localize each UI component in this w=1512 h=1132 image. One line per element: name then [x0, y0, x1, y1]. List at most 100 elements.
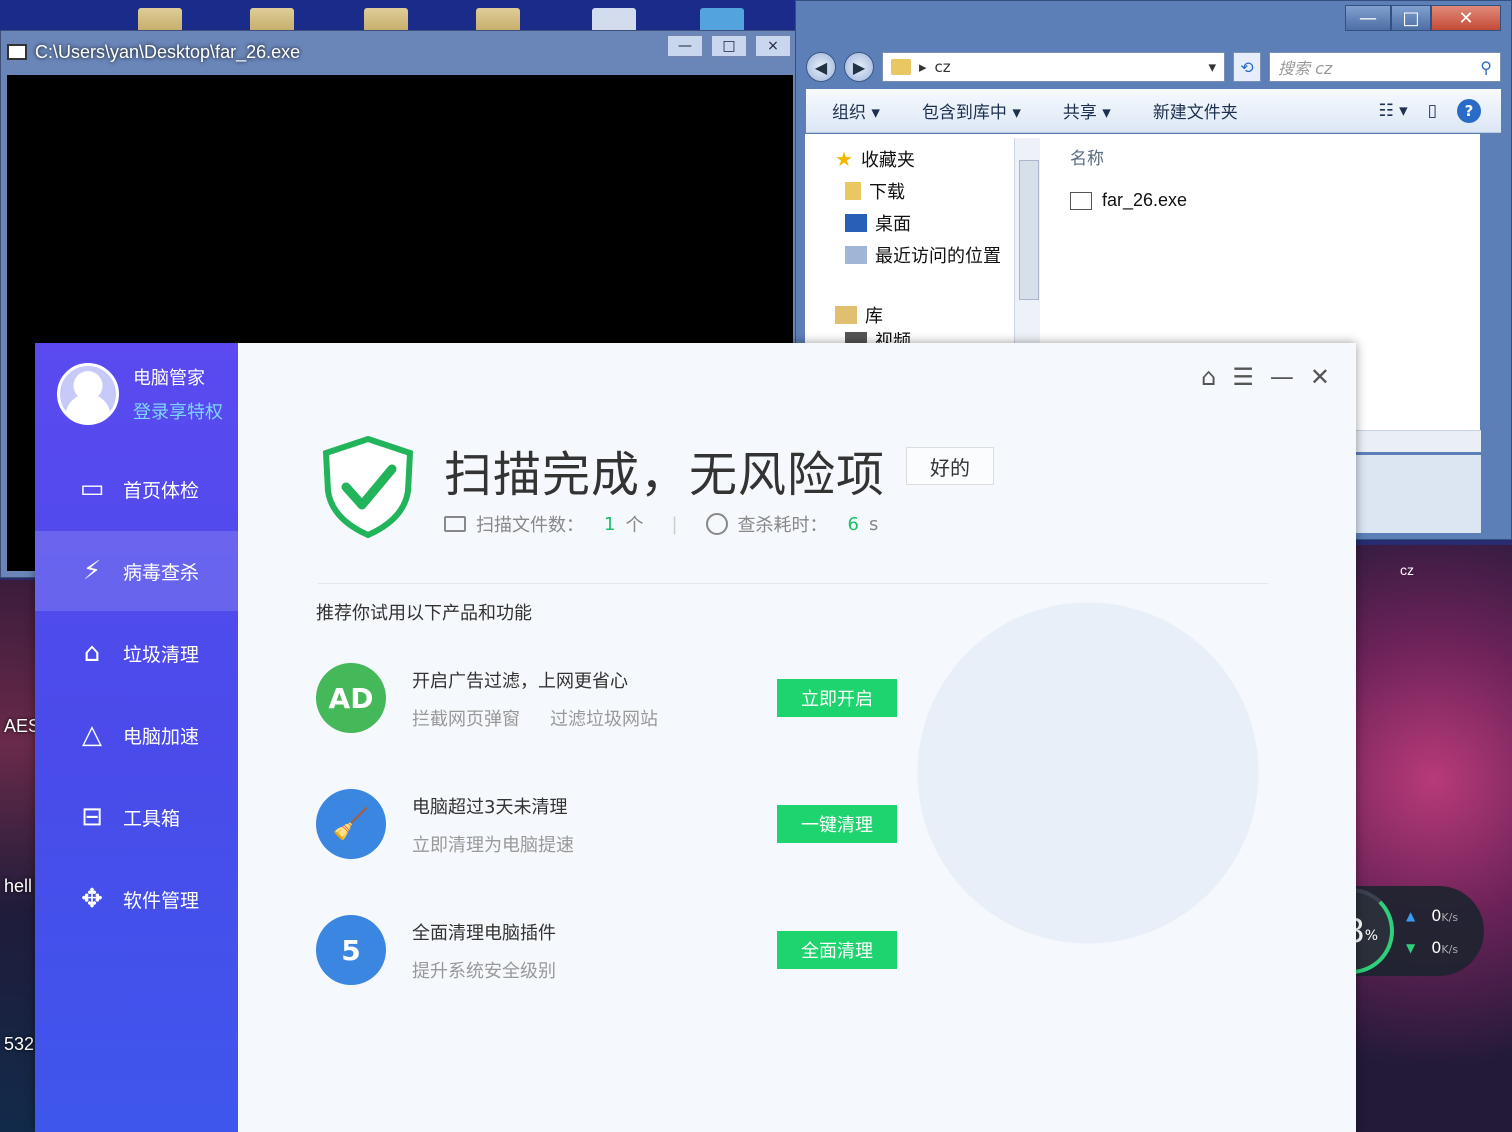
- console-minimize-button[interactable]: —: [667, 35, 703, 57]
- desktop-label[interactable]: 532: [4, 1034, 34, 1055]
- sidebar-item-virus-scan[interactable]: ⚡ 病毒查杀: [35, 531, 238, 611]
- scanned-label: 扫描文件数：: [476, 515, 584, 536]
- explorer-minimize-button[interactable]: —: [1345, 5, 1391, 31]
- menu-icon[interactable]: ☰: [1232, 363, 1254, 391]
- new-folder-button[interactable]: 新建文件夹: [1153, 98, 1238, 123]
- rocket-icon: △: [82, 720, 102, 750]
- puzzle-icon: 5: [316, 915, 386, 985]
- desktop-label[interactable]: hell: [4, 876, 32, 897]
- upload-arrow-icon: ▲: [1406, 908, 1416, 923]
- explorer-close-button[interactable]: ✕: [1431, 5, 1501, 31]
- download-arrow-icon: ▼: [1406, 940, 1416, 955]
- download-rate: ▼ 0K/s: [1406, 938, 1458, 957]
- pc-manager-window[interactable]: 电脑管家 登录享特权 ▭ 首页体检 ⚡ 病毒查杀 ⌂ 垃圾清理 △ 电脑加速 ⊟…: [35, 343, 1356, 1132]
- scrollbar-thumb[interactable]: [1019, 160, 1039, 300]
- nav-recent[interactable]: 最近访问的位置: [845, 242, 1001, 268]
- sidebar-item-speedup[interactable]: △ 电脑加速: [35, 695, 238, 775]
- sidebar: 电脑管家 登录享特权 ▭ 首页体检 ⚡ 病毒查杀 ⌂ 垃圾清理 △ 电脑加速 ⊟…: [35, 343, 238, 1132]
- upload-rate: ▲ 0K/s: [1406, 906, 1458, 925]
- rate-unit: K/s: [1441, 943, 1459, 956]
- close-icon[interactable]: ✕: [1310, 363, 1330, 391]
- avatar[interactable]: [57, 363, 119, 425]
- breadcrumb-arrow-icon: ▸: [919, 58, 927, 76]
- sidebar-item-label: 首页体检: [123, 479, 200, 502]
- chevron-down-icon[interactable]: ▾: [1208, 58, 1216, 76]
- shield-check-icon: [322, 435, 414, 539]
- console-maximize-button[interactable]: □: [711, 35, 747, 57]
- explorer-details-pane: [1355, 455, 1481, 533]
- login-link[interactable]: 登录享特权: [133, 398, 223, 424]
- sidebar-item-junk-clean[interactable]: ⌂ 垃圾清理: [35, 613, 238, 693]
- recommendation-desc: 立即清理为电脑提速: [412, 831, 574, 857]
- profile[interactable]: 电脑管家 登录享特权: [57, 363, 223, 425]
- lightning-icon: ⚡: [82, 556, 102, 586]
- folder-icon: [444, 516, 466, 532]
- sidebar-item-software[interactable]: ✥ 软件管理: [35, 859, 238, 939]
- desktop-icon: [845, 214, 867, 232]
- desktop-folder-label: cz: [1400, 562, 1414, 578]
- nav-libraries[interactable]: 库: [835, 302, 883, 328]
- rate-unit: K/s: [1441, 911, 1459, 924]
- exe-file-icon: [1070, 191, 1092, 210]
- clock-icon: [705, 513, 728, 535]
- explorer-navbar: ◀ ▶ ▸ cz ▾ ⟲ 搜索 cz ⚲: [806, 49, 1501, 85]
- sidebar-item-label: 工具箱: [123, 807, 181, 830]
- forward-button[interactable]: ▶: [844, 52, 874, 82]
- download-value: 0: [1431, 938, 1442, 957]
- file-item[interactable]: far_26.exe: [1070, 190, 1187, 211]
- search-input[interactable]: 搜索 cz ⚲: [1269, 52, 1501, 82]
- explorer-toolbar: 组织 ▾ 包含到库中 ▾ 共享 ▾ 新建文件夹 ☷ ▾ ▯ ?: [806, 89, 1501, 133]
- console-icon: [7, 44, 27, 60]
- organize-menu[interactable]: 组织 ▾: [832, 98, 880, 123]
- address-text: cz: [934, 58, 951, 76]
- desc-security: 提升系统安全级别: [412, 961, 556, 982]
- name-column-header[interactable]: 名称: [1070, 144, 1104, 169]
- search-icon[interactable]: ⚲: [1480, 58, 1492, 77]
- console-close-button[interactable]: ×: [755, 35, 791, 57]
- search-placeholder: 搜索 cz: [1278, 59, 1333, 78]
- library-icon: [835, 306, 857, 324]
- minimize-icon[interactable]: —: [1270, 363, 1294, 391]
- full-clean-button[interactable]: 全面清理: [777, 931, 897, 969]
- nav-desktop[interactable]: 桌面: [845, 210, 911, 236]
- monitor-icon: ▭: [79, 474, 105, 504]
- upload-value: 0: [1431, 906, 1442, 925]
- nav-scrollbar[interactable]: [1014, 138, 1042, 348]
- address-bar[interactable]: ▸ cz ▾: [882, 52, 1225, 82]
- recommendation-item: 5 全面清理电脑插件 提升系统安全级别 全面清理: [316, 915, 1016, 987]
- recommendation-item: AD 开启广告过滤，上网更省心 拦截网页弹窗 过滤垃圾网站 立即开启: [316, 663, 1016, 735]
- share-menu[interactable]: 共享 ▾: [1063, 98, 1111, 123]
- nav-desktop-label: 桌面: [875, 214, 911, 235]
- star-icon: ★: [835, 147, 853, 171]
- back-button[interactable]: ◀: [806, 52, 836, 82]
- recommendation-desc: 提升系统安全级别: [412, 957, 556, 983]
- scanned-count: 1: [604, 513, 616, 535]
- horizontal-scrollbar[interactable]: [1355, 430, 1481, 452]
- nav-downloads[interactable]: 下载: [845, 178, 905, 204]
- preview-pane-icon[interactable]: ▯: [1428, 101, 1437, 121]
- nav-recent-label: 最近访问的位置: [875, 246, 1001, 267]
- sidebar-item-label: 电脑加速: [123, 725, 200, 748]
- explorer-controls: — □ ✕: [1345, 5, 1501, 31]
- nav-favorites[interactable]: ★ 收藏夹: [835, 146, 915, 172]
- enable-ad-filter-button[interactable]: 立即开启: [777, 679, 897, 717]
- ok-button[interactable]: 好的: [906, 447, 994, 485]
- include-library-menu[interactable]: 包含到库中 ▾: [922, 98, 1021, 123]
- sidebar-item-toolbox[interactable]: ⊟ 工具箱: [35, 777, 238, 857]
- one-click-clean-button[interactable]: 一键清理: [777, 805, 897, 843]
- view-options-icon[interactable]: ☷ ▾: [1378, 101, 1407, 121]
- refresh-button[interactable]: ⟲: [1233, 52, 1261, 82]
- skin-icon[interactable]: ⌂: [1201, 363, 1216, 391]
- sidebar-item-label: 软件管理: [123, 889, 200, 912]
- app-name: 电脑管家: [133, 368, 205, 389]
- help-icon[interactable]: ?: [1457, 98, 1481, 123]
- sidebar-item-home-check[interactable]: ▭ 首页体检: [35, 449, 238, 529]
- nav-favorites-label: 收藏夹: [860, 150, 915, 171]
- time-unit: s: [868, 513, 879, 535]
- explorer-maximize-button[interactable]: □: [1391, 5, 1431, 31]
- scan-result-title: 扫描完成，无风险项: [444, 447, 886, 503]
- nav-downloads-label: 下载: [869, 182, 905, 203]
- desc-filter-sites: 过滤垃圾网站: [550, 709, 658, 730]
- window-controls: ⌂ ☰ — ✕: [1201, 363, 1330, 391]
- toolbox-icon: ⊟: [81, 802, 103, 832]
